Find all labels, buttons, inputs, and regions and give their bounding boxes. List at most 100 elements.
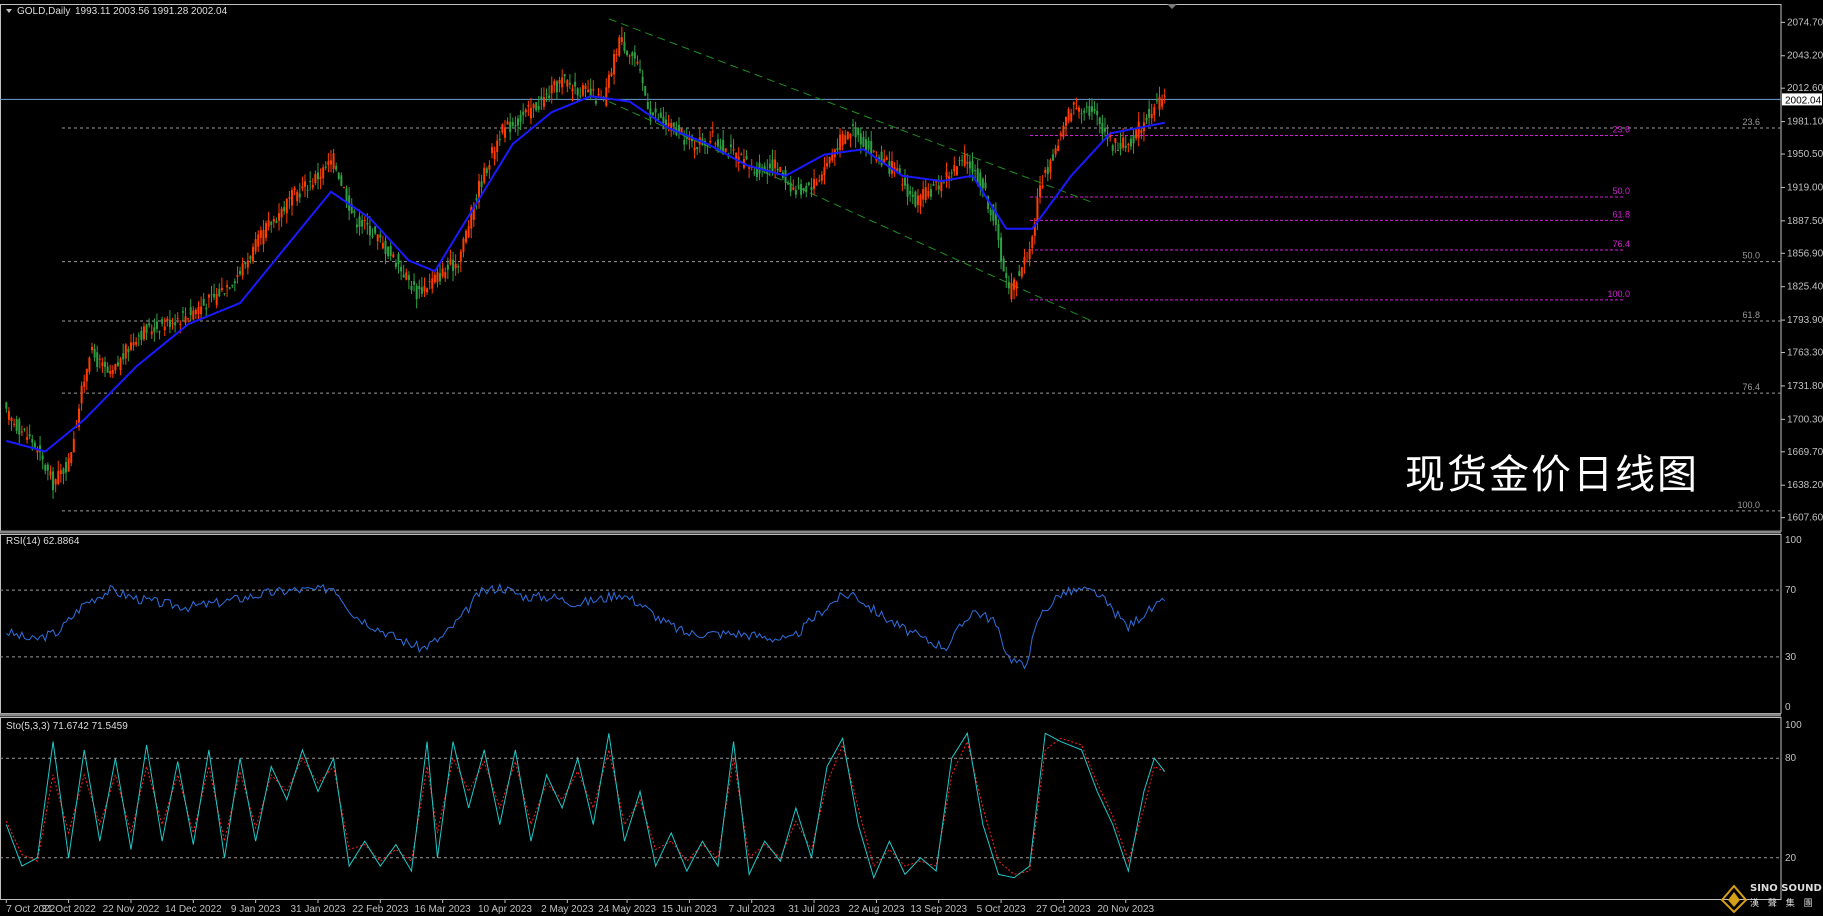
candle-body (392, 254, 395, 258)
price-tick-label: 1793.90 (1787, 315, 1823, 326)
candle-body (558, 79, 561, 84)
candle-body (693, 147, 696, 151)
candle-body (288, 197, 291, 199)
candle-body (516, 118, 519, 126)
candle-body (919, 194, 922, 207)
candle-body (122, 353, 125, 360)
candle-body (340, 175, 343, 186)
logo-line1: SINO SOUND (1750, 883, 1822, 894)
candle-body (631, 52, 634, 56)
candle-body (581, 85, 584, 96)
candle-body (1015, 282, 1018, 289)
candle-body (161, 319, 164, 324)
candle-body (646, 101, 649, 109)
candle-body (1046, 167, 1049, 175)
candle-body (397, 253, 400, 264)
candle-body (246, 260, 249, 268)
candle-body (924, 187, 927, 200)
date-tick-label: 31 Jul 2023 (788, 904, 840, 915)
candle-body (1010, 282, 1013, 300)
candle-body (80, 385, 83, 404)
candle-body (724, 148, 727, 153)
candle-body (852, 124, 855, 126)
candle-body (613, 54, 616, 75)
candle-body (542, 97, 545, 107)
date-tick-label: 22 Aug 2023 (848, 904, 905, 915)
candle-body (490, 147, 493, 154)
candle-body (436, 272, 439, 283)
candle-body (937, 185, 940, 190)
candle-body (514, 125, 517, 127)
candle-body (652, 112, 655, 115)
candle-body (41, 455, 44, 460)
candle-body (927, 191, 930, 197)
candle-body (800, 183, 803, 195)
candle-body (72, 438, 75, 452)
candle-body (566, 80, 569, 87)
candle-body (296, 191, 299, 202)
candle-body (1062, 125, 1065, 138)
candle-body (1140, 130, 1143, 134)
date-tick-label: 7 Jul 2023 (729, 904, 776, 915)
candle-body (62, 468, 65, 474)
candle-body (363, 219, 366, 221)
candle-body (285, 199, 288, 214)
candle-body (179, 323, 182, 325)
candle-body (1090, 106, 1093, 112)
price-tick-label: 2012.60 (1787, 83, 1823, 94)
candle-body (787, 183, 790, 185)
sto-tick-label: 80 (1785, 753, 1797, 764)
rsi-tick-label: 100 (1785, 535, 1802, 546)
candle-body (867, 140, 870, 149)
candle-body (966, 161, 969, 164)
candle-body (205, 307, 208, 310)
fib-level-label: 50.0 (1742, 251, 1760, 261)
candle-body (589, 88, 592, 96)
candle-body (106, 366, 109, 373)
candle-body (1070, 113, 1073, 122)
candle-body (524, 109, 527, 113)
candle-body (872, 150, 875, 152)
candle-body (254, 239, 257, 252)
candle-body (1129, 138, 1132, 147)
candle-body (836, 148, 839, 151)
candle-body (1132, 134, 1135, 144)
candle-body (696, 147, 699, 150)
candle-body (711, 131, 714, 133)
candle-body (1067, 109, 1070, 121)
candle-body (213, 293, 216, 298)
candle-body (171, 323, 174, 325)
candle-body (384, 240, 387, 255)
candle-body (667, 122, 670, 127)
candle-body (672, 122, 675, 127)
candle-body (44, 464, 47, 471)
candle-body (761, 167, 764, 169)
candle-body (955, 166, 958, 176)
candle-body (114, 363, 117, 371)
candle-body (332, 153, 335, 169)
rsi-tick-label: 0 (1785, 702, 1791, 713)
candle-body (376, 234, 379, 242)
candle-body (1161, 99, 1164, 107)
candle-body (1088, 106, 1091, 116)
candle-body (394, 262, 397, 268)
candle-body (467, 226, 470, 238)
candle-body (433, 274, 436, 283)
candle-body (1005, 272, 1008, 278)
candle-body (519, 114, 522, 122)
candle-body (1007, 282, 1010, 289)
candle-body (805, 185, 808, 193)
candle-body (116, 362, 119, 366)
candle-body (1114, 138, 1117, 143)
candle-body (132, 342, 135, 346)
candle-body (428, 281, 431, 283)
candle-body (155, 321, 158, 329)
candle-body (802, 188, 805, 191)
candle-body (220, 287, 223, 291)
candle-body (1148, 108, 1151, 118)
candle-body (916, 195, 919, 205)
candle-body (272, 218, 275, 222)
price-tick-label: 1700.30 (1787, 414, 1823, 425)
candle-body (633, 52, 636, 59)
candle-body (319, 176, 322, 180)
